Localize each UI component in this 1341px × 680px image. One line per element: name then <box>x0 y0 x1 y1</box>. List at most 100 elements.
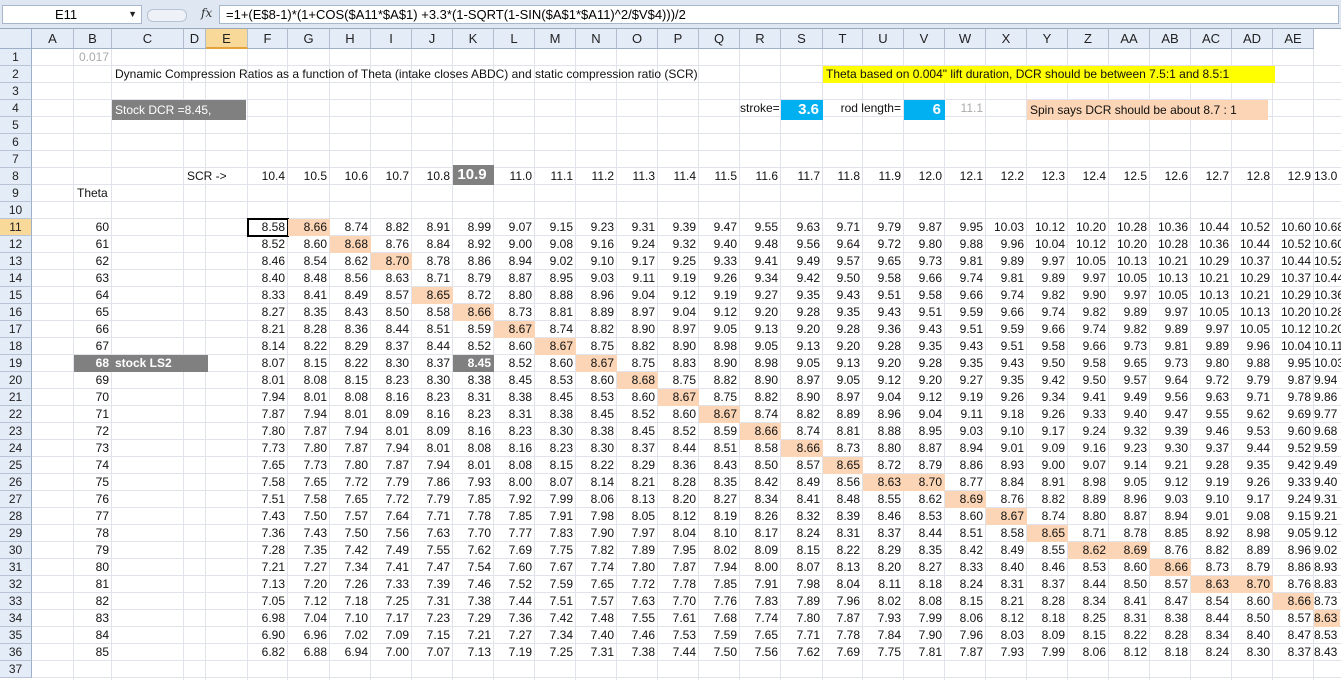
dcr-cell-v31[interactable]: 8.33 <box>945 559 986 576</box>
dcr-cell-w26[interactable]: 8.84 <box>986 474 1027 491</box>
dcr-cell-w17[interactable]: 9.59 <box>986 321 1027 338</box>
dcr-cell-r25[interactable]: 8.57 <box>781 457 823 474</box>
dcr-cell-i16[interactable]: 8.58 <box>412 304 453 321</box>
dcr-cell-ac36[interactable]: 8.30 <box>1232 644 1273 661</box>
dcr-cell-g28[interactable]: 7.57 <box>330 508 371 525</box>
dcr-cell-f18[interactable]: 8.22 <box>288 338 330 355</box>
dcr-cell-u17[interactable]: 9.43 <box>904 321 945 338</box>
dcr-cell-y20[interactable]: 9.50 <box>1068 372 1109 389</box>
dcr-cell-h13[interactable]: 8.70 <box>371 253 412 270</box>
dcr-cell-ac29[interactable]: 8.98 <box>1232 525 1273 542</box>
dcr-cell-m31[interactable]: 7.74 <box>576 559 617 576</box>
dcr-cell-j31[interactable]: 7.54 <box>453 559 494 576</box>
row-header-23[interactable]: 23 <box>0 423 32 440</box>
dcr-cell-w31[interactable]: 8.40 <box>986 559 1027 576</box>
dcr-cell-q36[interactable]: 7.56 <box>740 644 781 661</box>
dcr-cell-h27[interactable]: 7.72 <box>371 491 412 508</box>
dcr-cell-z36[interactable]: 8.12 <box>1109 644 1150 661</box>
scr-header-s[interactable]: 11.8 <box>823 168 863 185</box>
dcr-cell-t17[interactable]: 9.36 <box>863 321 904 338</box>
dcr-cell-ad35[interactable]: 8.47 <box>1273 627 1314 644</box>
dcr-cell-t32[interactable]: 8.11 <box>863 576 904 593</box>
row-header-11[interactable]: 11 <box>0 219 32 236</box>
dcr-cell-ae30[interactable]: 9.02 <box>1314 542 1340 559</box>
dcr-cell-h18[interactable]: 8.37 <box>371 338 412 355</box>
dcr-cell-g22[interactable]: 8.01 <box>330 406 371 423</box>
dcr-cell-ad18[interactable]: 10.04 <box>1273 338 1314 355</box>
dcr-cell-x28[interactable]: 8.74 <box>1027 508 1068 525</box>
dcr-cell-p25[interactable]: 8.43 <box>699 457 740 474</box>
dcr-cell-ae15[interactable]: 10.36 <box>1314 287 1341 304</box>
dcr-cell-e20[interactable]: 8.01 <box>248 372 288 389</box>
dcr-cell-aa23[interactable]: 9.39 <box>1150 423 1191 440</box>
dcr-cell-f19[interactable]: 8.15 <box>288 355 330 372</box>
dcr-cell-ad34[interactable]: 8.57 <box>1273 610 1314 627</box>
dcr-cell-ab14[interactable]: 10.21 <box>1191 270 1232 287</box>
dcr-cell-v18[interactable]: 9.43 <box>945 338 986 355</box>
dcr-cell-z34[interactable]: 8.31 <box>1109 610 1150 627</box>
dcr-cell-g27[interactable]: 7.65 <box>330 491 371 508</box>
column-header-w[interactable]: W <box>945 29 986 49</box>
dcr-cell-ab20[interactable]: 9.72 <box>1191 372 1232 389</box>
dcr-cell-x18[interactable]: 9.58 <box>1027 338 1068 355</box>
dcr-cell-l18[interactable]: 8.67 <box>535 338 576 355</box>
dcr-cell-u35[interactable]: 7.90 <box>904 627 945 644</box>
scr-header-k[interactable]: 11.0 <box>494 168 535 185</box>
dcr-cell-aa14[interactable]: 10.13 <box>1150 270 1191 287</box>
dcr-cell-j29[interactable]: 7.70 <box>453 525 494 542</box>
theta-cell-row-27[interactable]: 76 <box>74 491 112 508</box>
dcr-cell-f32[interactable]: 7.20 <box>288 576 330 593</box>
dcr-cell-ab16[interactable]: 10.05 <box>1191 304 1232 321</box>
dcr-cell-ab31[interactable]: 8.73 <box>1191 559 1232 576</box>
dcr-cell-w20[interactable]: 9.35 <box>986 372 1027 389</box>
dcr-cell-q32[interactable]: 7.91 <box>740 576 781 593</box>
dcr-cell-ac26[interactable]: 9.26 <box>1232 474 1273 491</box>
dcr-cell-w36[interactable]: 7.93 <box>986 644 1027 661</box>
dcr-cell-t33[interactable]: 8.02 <box>863 593 904 610</box>
theta-note[interactable]: Theta based on 0.004" lift duration, DCR… <box>823 66 1275 83</box>
dcr-cell-t31[interactable]: 8.20 <box>863 559 904 576</box>
dcr-cell-k18[interactable]: 8.60 <box>494 338 535 355</box>
dcr-cell-r21[interactable]: 8.90 <box>781 389 823 406</box>
dcr-cell-r31[interactable]: 8.07 <box>781 559 823 576</box>
dcr-cell-ac21[interactable]: 9.71 <box>1232 389 1273 406</box>
theta-cell-row-31[interactable]: 80 <box>74 559 112 576</box>
dcr-cell-n27[interactable]: 8.13 <box>617 491 658 508</box>
dcr-cell-n13[interactable]: 9.17 <box>617 253 658 270</box>
dcr-cell-ac12[interactable]: 10.44 <box>1232 236 1273 253</box>
row-header-1[interactable]: 1 <box>0 49 32 66</box>
dcr-cell-k19[interactable]: 8.52 <box>494 355 535 372</box>
column-header-u[interactable]: U <box>863 29 904 49</box>
dcr-cell-y19[interactable]: 9.58 <box>1068 355 1109 372</box>
dcr-cell-ae35[interactable]: 8.53 <box>1314 627 1340 644</box>
dcr-cell-i35[interactable]: 7.15 <box>412 627 453 644</box>
dcr-cell-g13[interactable]: 8.62 <box>330 253 371 270</box>
dcr-cell-t11[interactable]: 9.79 <box>863 219 904 236</box>
dcr-cell-ad17[interactable]: 10.12 <box>1273 321 1314 338</box>
dcr-cell-y28[interactable]: 8.80 <box>1068 508 1109 525</box>
dcr-cell-t35[interactable]: 7.84 <box>863 627 904 644</box>
dcr-cell-z13[interactable]: 10.13 <box>1109 253 1150 270</box>
scr-header-r[interactable]: 11.7 <box>781 168 823 185</box>
dcr-cell-t12[interactable]: 9.72 <box>863 236 904 253</box>
dcr-cell-v32[interactable]: 8.24 <box>945 576 986 593</box>
dcr-cell-v19[interactable]: 9.35 <box>945 355 986 372</box>
dcr-cell-p11[interactable]: 9.47 <box>699 219 740 236</box>
dcr-cell-w14[interactable]: 9.81 <box>986 270 1027 287</box>
dcr-cell-n11[interactable]: 9.31 <box>617 219 658 236</box>
dcr-cell-n31[interactable]: 7.80 <box>617 559 658 576</box>
dcr-cell-g31[interactable]: 7.34 <box>330 559 371 576</box>
dcr-cell-t19[interactable]: 9.20 <box>863 355 904 372</box>
dcr-cell-z11[interactable]: 10.28 <box>1109 219 1150 236</box>
dcr-cell-l23[interactable]: 8.30 <box>535 423 576 440</box>
scr-header-aa[interactable]: 12.6 <box>1150 168 1191 185</box>
dcr-cell-ab25[interactable]: 9.28 <box>1191 457 1232 474</box>
row-header-13[interactable]: 13 <box>0 253 32 270</box>
dcr-cell-z31[interactable]: 8.60 <box>1109 559 1150 576</box>
dcr-cell-r17[interactable]: 9.20 <box>781 321 823 338</box>
dcr-cell-t14[interactable]: 9.58 <box>863 270 904 287</box>
dcr-cell-g18[interactable]: 8.29 <box>330 338 371 355</box>
row-header-14[interactable]: 14 <box>0 270 32 287</box>
theta-cell-row-12[interactable]: 61 <box>74 236 112 253</box>
theta-cell-row-25[interactable]: 74 <box>74 457 112 474</box>
